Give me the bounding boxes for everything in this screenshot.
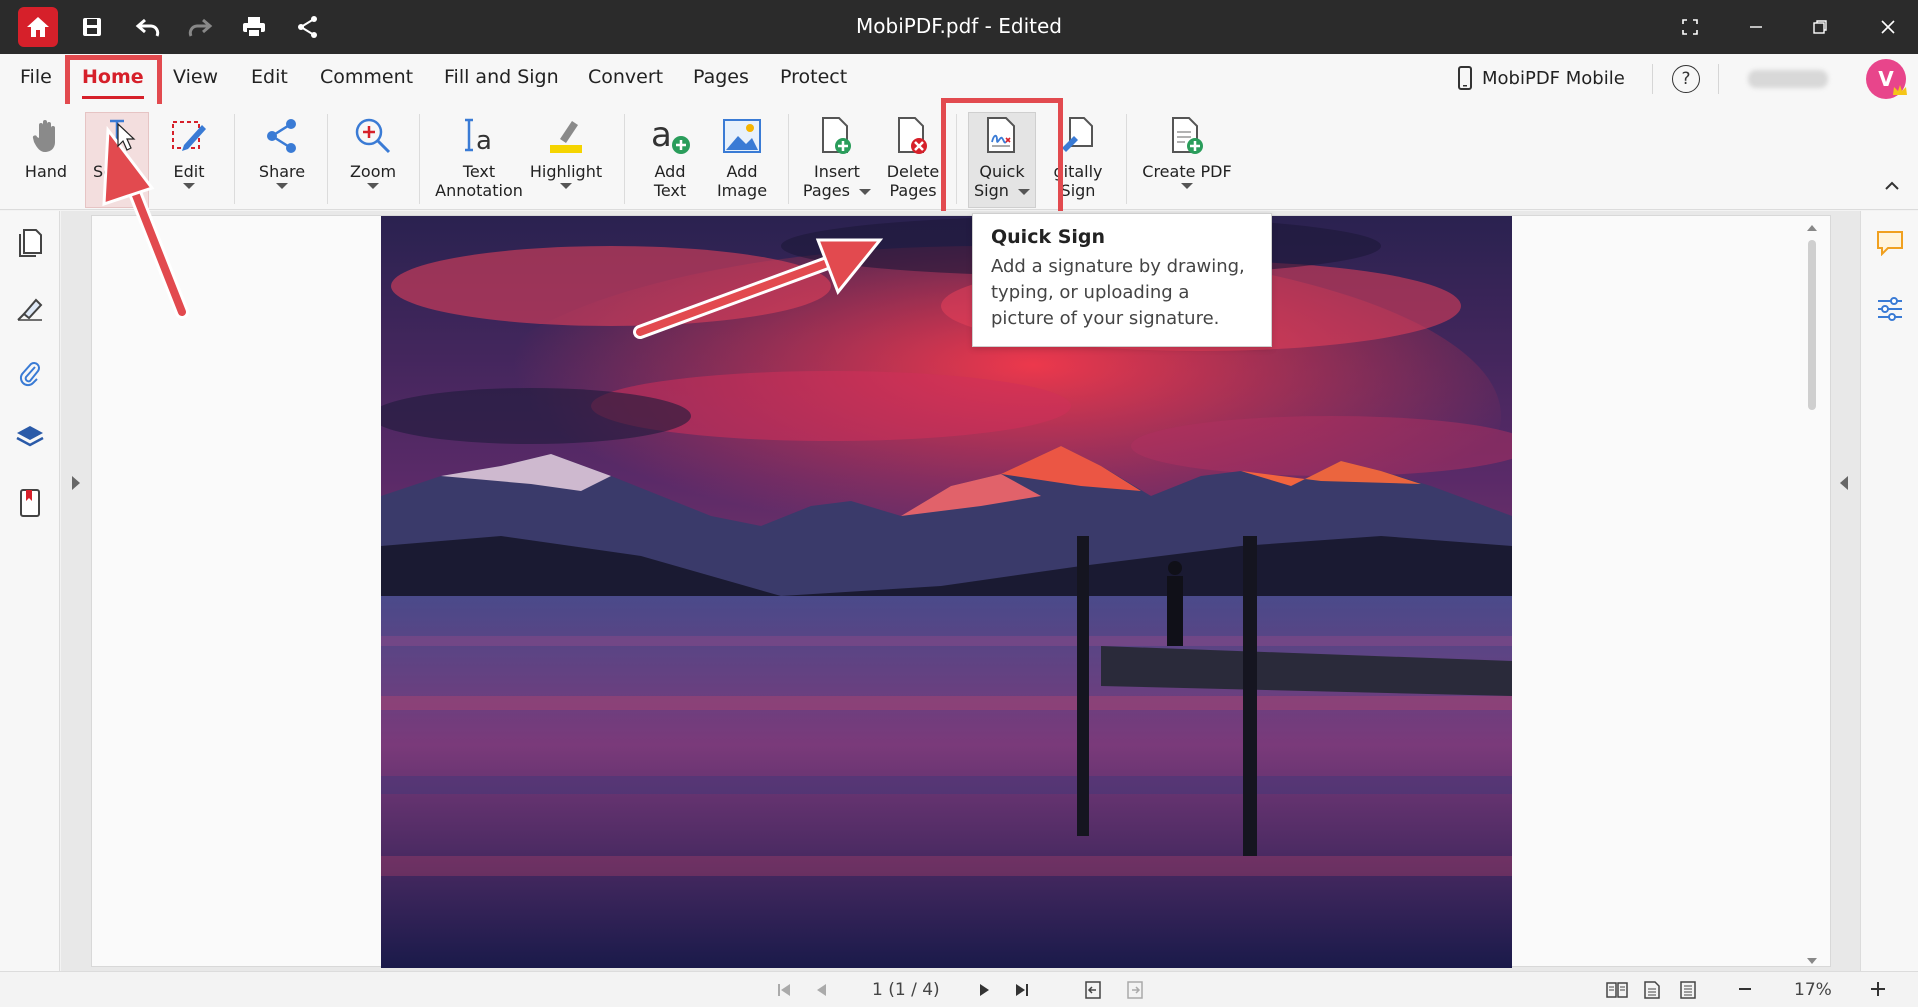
arrow-to-home-annotation [102, 125, 189, 319]
plus-icon [1871, 982, 1885, 996]
continuous-view-button[interactable] [1680, 981, 1696, 1004]
arrow-to-quick-sign-annotation [633, 238, 884, 339]
single-page-view-button[interactable] [1644, 981, 1660, 1004]
single-page-icon [1644, 981, 1660, 999]
back-page-icon [1085, 981, 1101, 999]
page-indicator[interactable]: 1 (1 / 4) [872, 980, 940, 1000]
go-forward-button[interactable] [1126, 981, 1144, 1004]
zoom-level[interactable]: 17% [1794, 980, 1832, 1000]
minus-icon [1739, 988, 1751, 990]
first-page-icon [778, 984, 790, 996]
go-back-button[interactable] [1084, 981, 1102, 1004]
previous-page-icon [817, 984, 826, 996]
two-page-view-button[interactable] [1606, 981, 1628, 1004]
last-page-button[interactable] [1014, 982, 1030, 1003]
status-bar: 1 (1 / 4) 17% [0, 971, 1918, 1007]
forward-page-icon [1127, 981, 1143, 999]
book-view-icon [1606, 982, 1628, 998]
zoom-out-button[interactable] [1738, 980, 1752, 1003]
next-page-icon [980, 984, 989, 996]
continuous-view-icon [1680, 981, 1696, 999]
last-page-icon [1016, 984, 1028, 996]
previous-page-button[interactable] [814, 982, 828, 1003]
zoom-in-button[interactable] [1870, 980, 1886, 1003]
next-page-button[interactable] [978, 982, 992, 1003]
annotation-arrows [102, 122, 884, 339]
first-page-button[interactable] [776, 982, 792, 1003]
